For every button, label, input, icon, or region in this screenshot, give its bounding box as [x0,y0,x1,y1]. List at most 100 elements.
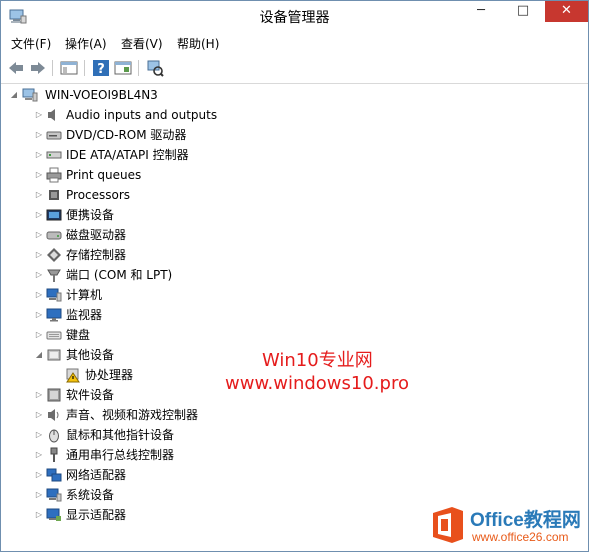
speaker-icon [46,107,62,123]
tree-category[interactable]: ▷ IDE ATA/ATAPI 控制器 [1,145,401,165]
tree-item-label: 监视器 [66,308,103,322]
expand-chevron-icon[interactable]: ▷ [34,385,44,405]
display-adapter-icon [46,507,62,523]
tree-category[interactable]: ▷ 通用串行总线控制器 [1,445,401,465]
tree-item-label: 磁盘驱动器 [66,228,127,242]
menu-help[interactable]: 帮助(H) [177,35,219,52]
properties-icon[interactable] [114,59,132,77]
expand-chevron-icon[interactable]: ▷ [34,125,44,145]
expand-chevron-icon[interactable]: ▷ [34,225,44,245]
tree-category[interactable]: ▷ 键盘 [1,325,401,345]
tree-category[interactable]: ▷ 网络适配器 [1,465,401,485]
tree-category[interactable]: ▷ 系统设备 [1,485,401,505]
tree-root[interactable]: ◢ WIN-VOEOI9BL4N3 [9,85,309,105]
maximize-button[interactable]: □ [502,1,544,22]
sound-icon [46,407,62,423]
expand-chevron-icon[interactable]: ▷ [34,505,44,525]
tree-item-label: 计算机 [66,288,103,302]
expand-chevron-icon[interactable]: ▷ [34,145,44,165]
network-adapter-icon [46,467,62,483]
usb-icon [46,447,62,463]
tree-category[interactable]: ▷ 存储控制器 [1,245,401,265]
tree-item-label: IDE ATA/ATAPI 控制器 [66,148,189,162]
computer-icon [46,287,62,303]
expand-chevron-icon[interactable]: ▷ [34,245,44,265]
forward-arrow-icon[interactable] [29,59,47,77]
title-bar[interactable]: 设备管理器 ─ □ ✕ [1,1,588,32]
tree-item-label: 端口 (COM 和 LPT) [66,268,173,282]
storage-controller-icon [46,247,62,263]
printer-icon [46,167,62,183]
tree-item-label: DVD/CD-ROM 驱动器 [66,128,187,142]
processor-icon [46,187,62,203]
toolbar-divider [52,60,53,76]
menu-bar: 文件(F) 操作(A) 查看(V) 帮助(H) [1,32,588,53]
tree-category[interactable]: ▷ 端口 (COM 和 LPT) [1,265,401,285]
tree-category[interactable]: ▷ 监视器 [1,305,401,325]
tree-category[interactable]: ▷ 显示适配器 [1,505,401,525]
disk-drive-icon [46,227,62,243]
tree-item-label: 便携设备 [66,208,115,222]
tree-item-label: 声音、视频和游戏控制器 [66,408,199,422]
menu-file[interactable]: 文件(F) [11,35,51,52]
tree-item-label: 软件设备 [66,388,115,402]
tree-item-label: Audio inputs and outputs [66,108,218,122]
help-icon[interactable]: ? [92,59,110,77]
tree-category[interactable]: ▷ 计算机 [1,285,401,305]
back-arrow-icon[interactable] [7,59,25,77]
close-button[interactable]: ✕ [545,1,588,22]
scan-hardware-changes-icon[interactable] [146,59,164,77]
device-manager-window: 设备管理器 ─ □ ✕ 文件(F) 操作(A) 查看(V) 帮助(H) ? ◢ … [0,0,589,552]
device-tree[interactable]: ◢ WIN-VOEOI9BL4N3 ▷ Audio inputs and outp… [1,84,588,551]
office-tutorial-badge: Office教程网 www.office26.com [424,501,588,551]
badge-url: www.office26.com [472,530,569,544]
system-device-icon [46,487,62,503]
expand-chevron-icon[interactable]: ▷ [34,285,44,305]
expand-chevron-icon[interactable]: ▷ [34,405,44,425]
show-hide-console-tree-icon[interactable] [60,59,78,77]
expand-chevron-icon[interactable]: ▷ [34,105,44,125]
menu-action[interactable]: 操作(A) [65,35,107,52]
tree-category[interactable]: ▷ 便携设备 [1,205,401,225]
expand-chevron-icon[interactable]: ▷ [34,485,44,505]
tree-category[interactable]: ▷ DVD/CD-ROM 驱动器 [1,125,401,145]
expand-chevron-icon[interactable]: ▷ [34,305,44,325]
expand-chevron-icon[interactable]: ▷ [34,185,44,205]
watermark-site-url: www.windows10.pro [225,373,409,394]
tree-item-label: 通用串行总线控制器 [66,448,175,462]
tree-category[interactable]: ▷ 鼠标和其他指针设备 [1,425,401,445]
tree-root-label: WIN-VOEOI9BL4N3 [45,88,158,102]
expand-chevron-icon[interactable]: ▷ [34,165,44,185]
svg-text:?: ? [97,62,105,77]
tree-category[interactable]: ▷ Print queues [1,165,401,185]
tree-item-label: 显示适配器 [66,508,127,522]
collapse-chevron-icon[interactable]: ◢ [9,85,19,105]
tree-category[interactable]: ▷ 磁盘驱动器 [1,225,401,245]
expand-chevron-icon[interactable]: ▷ [34,445,44,465]
tree-item-label: 系统设备 [66,488,115,502]
collapse-chevron-icon[interactable]: ◢ [34,345,44,365]
tree-category[interactable]: ▷ Processors [1,185,401,205]
expand-chevron-icon[interactable]: ▷ [34,265,44,285]
other-devices-icon [46,347,62,363]
computer-icon [22,87,38,103]
dvd-drive-icon [46,127,62,143]
mouse-icon [46,427,62,443]
menu-view[interactable]: 查看(V) [121,35,163,52]
expand-chevron-icon[interactable]: ▷ [34,425,44,445]
warning-device-icon [65,367,81,383]
expand-chevron-icon[interactable]: ▷ [34,465,44,485]
expand-chevron-icon[interactable]: ▷ [34,205,44,225]
tree-item-label: 网络适配器 [66,468,127,482]
tree-item-label: 协处理器 [85,368,134,382]
toolbar-divider [84,60,85,76]
minimize-button[interactable]: ─ [460,1,502,22]
tree-item-label: Print queues [66,168,142,182]
expand-chevron-icon[interactable]: ▷ [34,325,44,345]
tree-category[interactable]: ▷ Audio inputs and outputs [1,105,401,125]
tree-item-label: 其他设备 [66,348,115,362]
tree-category[interactable]: ▷ 声音、视频和游戏控制器 [1,405,401,425]
ide-controller-icon [46,147,62,163]
tree-item-label: 存储控制器 [66,248,127,262]
port-icon [46,267,62,283]
